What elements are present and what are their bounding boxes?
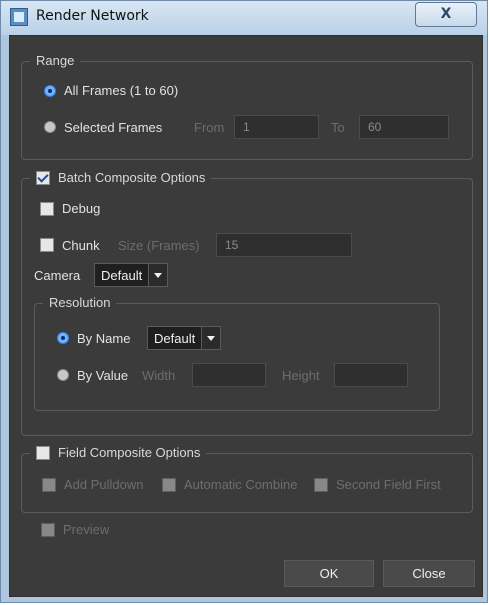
- selected-frames-label: Selected Frames: [64, 119, 163, 135]
- by-name-row[interactable]: By Name Default: [57, 326, 222, 350]
- field-composite-legend: Field Composite Options: [58, 445, 201, 460]
- resolution-group: Resolution By Name Default By Value Widt…: [34, 295, 440, 411]
- batch-composite-header[interactable]: Batch Composite Options: [30, 170, 212, 185]
- by-value-label: By Value: [77, 367, 129, 383]
- by-value-radio[interactable]: [57, 369, 69, 381]
- field-composite-header[interactable]: Field Composite Options: [30, 445, 207, 460]
- to-label: To: [331, 119, 345, 135]
- by-value-row[interactable]: By Value Width Height: [57, 363, 408, 387]
- chunk-label: Chunk: [62, 237, 100, 253]
- resolution-name-select[interactable]: Default: [147, 326, 222, 350]
- camera-selected-value: Default: [101, 267, 143, 283]
- camera-dropdown-icon[interactable]: [148, 264, 168, 286]
- debug-row[interactable]: Debug: [40, 201, 100, 216]
- window-title: Render Network: [36, 8, 149, 24]
- resolution-legend: Resolution: [43, 295, 117, 310]
- second-field-first-checkbox[interactable]: [314, 477, 328, 492]
- add-pulldown-checkbox[interactable]: [42, 477, 56, 492]
- title-bar: Render Network X: [1, 1, 487, 35]
- all-frames-row[interactable]: All Frames (1 to 60): [44, 83, 178, 98]
- resolution-name-value: Default: [154, 330, 196, 346]
- all-frames-radio[interactable]: [44, 84, 56, 97]
- add-pulldown-label: Add Pulldown: [64, 477, 144, 492]
- field-composite-group: Field Composite Options Add Pulldown Aut…: [21, 445, 473, 513]
- debug-checkbox[interactable]: [40, 201, 54, 216]
- ok-button[interactable]: OK: [284, 560, 374, 587]
- preview-checkbox[interactable]: [41, 522, 55, 537]
- from-label: From: [194, 119, 225, 135]
- window-close-button[interactable]: X: [415, 2, 477, 27]
- automatic-combine-checkbox[interactable]: [162, 477, 176, 492]
- dialog-body: Range All Frames (1 to 60) Selected Fram…: [9, 35, 483, 597]
- height-field[interactable]: [334, 363, 408, 387]
- batch-composite-checkbox[interactable]: [36, 170, 50, 185]
- camera-row: Camera Default: [34, 263, 169, 287]
- by-name-radio[interactable]: [57, 332, 69, 344]
- camera-select[interactable]: Default: [94, 263, 169, 287]
- height-label: Height: [282, 367, 320, 383]
- selected-frames-row[interactable]: Selected Frames From 1 To 60: [44, 115, 449, 139]
- chunk-checkbox[interactable]: [40, 238, 54, 252]
- chunk-row[interactable]: Chunk Size (Frames) 15: [40, 233, 352, 257]
- automatic-combine-label: Automatic Combine: [184, 477, 298, 492]
- chunk-size-field[interactable]: 15: [216, 233, 352, 257]
- preview-row[interactable]: Preview: [41, 522, 109, 537]
- range-group: Range All Frames (1 to 60) Selected Fram…: [21, 53, 473, 160]
- debug-label: Debug: [62, 201, 101, 216]
- second-field-first-label: Second Field First: [336, 477, 441, 492]
- to-field[interactable]: 60: [359, 115, 449, 139]
- field-composite-checkbox[interactable]: [36, 445, 50, 460]
- all-frames-label: All Frames (1 to 60): [64, 83, 179, 98]
- field-composite-options-row: Add Pulldown Automatic Combine Second Fi…: [42, 477, 441, 492]
- by-name-label: By Name: [77, 330, 131, 346]
- from-field[interactable]: 1: [234, 115, 319, 139]
- range-legend: Range: [30, 53, 81, 68]
- app-icon: [10, 8, 28, 26]
- chunk-size-label: Size (Frames): [118, 237, 200, 253]
- preview-label: Preview: [63, 522, 110, 537]
- width-field[interactable]: [192, 363, 266, 387]
- camera-label: Camera: [34, 267, 81, 283]
- width-label: Width: [142, 367, 176, 383]
- batch-composite-group: Batch Composite Options Debug Chunk Size…: [21, 170, 473, 436]
- close-button[interactable]: Close: [383, 560, 475, 587]
- batch-composite-legend: Batch Composite Options: [58, 170, 206, 185]
- render-network-window: Render Network X Range All Frames (1 to …: [0, 0, 488, 603]
- resolution-dropdown-icon[interactable]: [201, 327, 221, 349]
- selected-frames-radio[interactable]: [44, 121, 56, 133]
